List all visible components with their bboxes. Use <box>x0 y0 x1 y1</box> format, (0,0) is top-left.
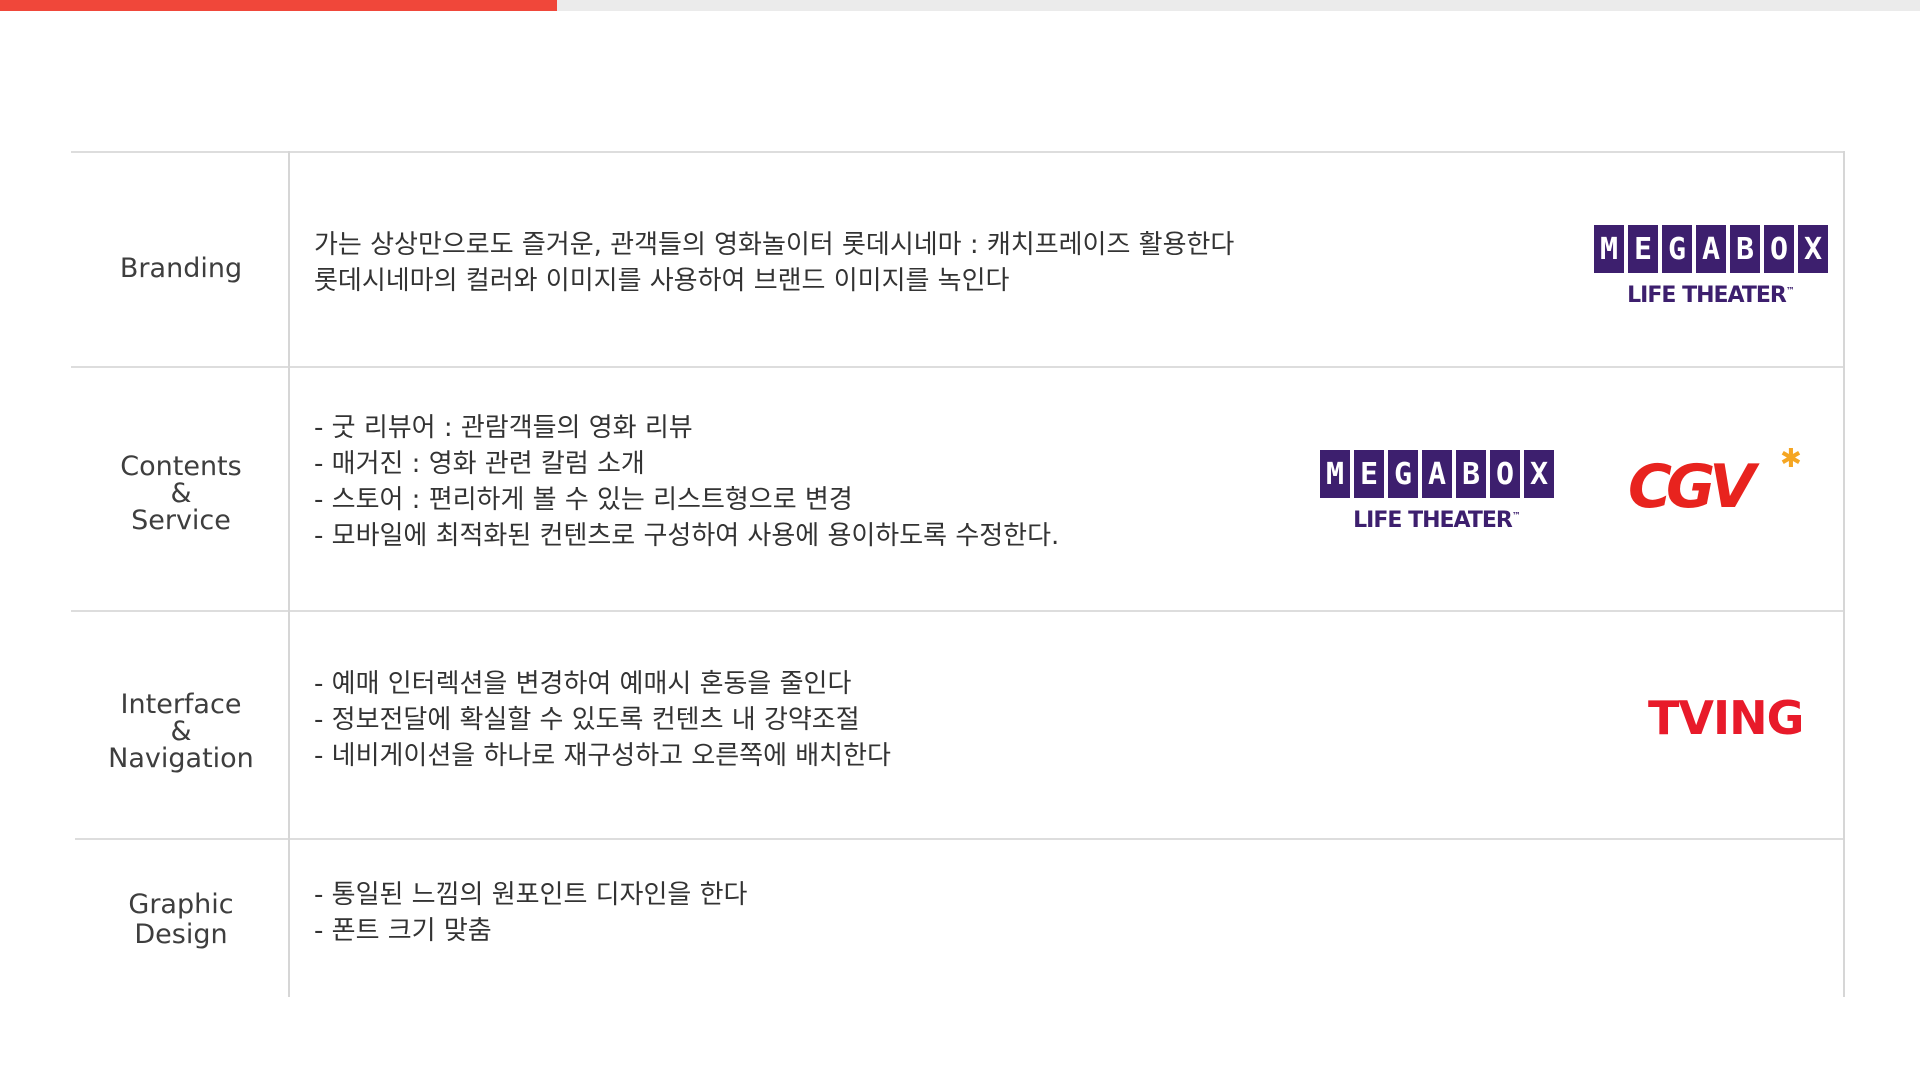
megabox-letter: G <box>1388 450 1418 498</box>
description-line: - 모바일에 최적화된 컨텐츠로 구성하여 사용에 용이하도록 수정한다. <box>314 521 1060 551</box>
category-label: Design <box>134 919 228 950</box>
megabox-subtitle: LIFE THEATER™ <box>1594 283 1828 308</box>
description-line: 가는 상상만으로도 즐거운, 관객들의 영화놀이터 롯데시네마 : 캐치프레이즈… <box>314 230 1235 260</box>
category-branding: Branding <box>73 255 289 282</box>
megabox-letter: A <box>1422 450 1452 498</box>
description-line: - 통일된 느낌의 원포인트 디자인을 한다 <box>314 880 748 910</box>
category-contents-service: Contents & Service <box>73 453 289 534</box>
megabox-letter: O <box>1490 450 1520 498</box>
description-line: - 예매 인터렉션을 변경하여 예매시 혼동을 줄인다 <box>314 669 852 699</box>
graphic-design-description: - 통일된 느낌의 원포인트 디자인을 한다 - 폰트 크기 맞춤 <box>314 877 1294 949</box>
asterisk-icon: ✱ <box>1780 444 1802 474</box>
megabox-wordmark: M E G A B O X <box>1594 225 1828 273</box>
megabox-letter: E <box>1628 225 1658 273</box>
cgv-logo: CGV ✱ <box>1628 444 1802 524</box>
megabox-letter: X <box>1524 450 1554 498</box>
megabox-logo: M E G A B O X LIFE THEATER™ <box>1320 450 1554 533</box>
interface-navigation-description: - 예매 인터렉션을 변경하여 예매시 혼동을 줄인다 - 정보전달에 확실할 … <box>314 666 1294 774</box>
megabox-letter: M <box>1320 450 1350 498</box>
category-label: Contents <box>120 451 242 482</box>
description-line: - 폰트 크기 맞춤 <box>314 916 492 946</box>
trademark-mark: ™ <box>1511 511 1521 522</box>
description-line: - 스토어 : 편리하게 볼 수 있는 리스트형으로 변경 <box>314 485 853 515</box>
description-line: - 매거진 : 영화 관련 칼럼 소개 <box>314 449 645 479</box>
description-line: - 정보전달에 확실할 수 있도록 컨텐츠 내 강약조절 <box>314 705 860 735</box>
cgv-wordmark: CGV <box>1628 452 1756 522</box>
row-divider <box>71 610 1845 612</box>
category-label: & <box>170 716 192 747</box>
megabox-letter: G <box>1662 225 1692 273</box>
row-divider <box>75 838 1845 840</box>
tving-wordmark: TVING <box>1648 691 1804 745</box>
megabox-subtitle: LIFE THEATER™ <box>1320 508 1554 533</box>
megabox-letter: B <box>1456 450 1486 498</box>
description-line: - 굿 리뷰어 : 관람객들의 영화 리뷰 <box>314 413 693 443</box>
category-interface-navigation: Interface & Navigation <box>73 691 289 772</box>
table-top-border <box>71 151 1845 153</box>
tving-logo: TVING <box>1648 691 1804 745</box>
branding-description: 가는 상상만으로도 즐거운, 관객들의 영화놀이터 롯데시네마 : 캐치프레이즈… <box>314 227 1294 299</box>
megabox-subtitle-text: LIFE THEATER <box>1353 508 1513 533</box>
category-label: Navigation <box>108 743 254 774</box>
megabox-logo: M E G A B O X LIFE THEATER™ <box>1594 225 1828 308</box>
table-right-border <box>1843 151 1845 997</box>
category-graphic-design: Graphic Design <box>73 890 289 950</box>
category-label: Interface <box>120 689 242 720</box>
megabox-letter: M <box>1594 225 1624 273</box>
comparison-table: Branding 가는 상상만으로도 즐거운, 관객들의 영화놀이터 롯데시네마… <box>0 0 1920 1080</box>
megabox-subtitle-text: LIFE THEATER <box>1627 283 1787 308</box>
category-label: & <box>170 478 192 509</box>
megabox-letter: B <box>1730 225 1760 273</box>
megabox-wordmark: M E G A B O X <box>1320 450 1554 498</box>
megabox-letter: A <box>1696 225 1726 273</box>
row-divider <box>71 366 1845 368</box>
category-label: Service <box>131 505 231 536</box>
trademark-mark: ™ <box>1785 286 1795 297</box>
megabox-letter: O <box>1764 225 1794 273</box>
megabox-letter: E <box>1354 450 1384 498</box>
megabox-letter: X <box>1798 225 1828 273</box>
contents-service-description: - 굿 리뷰어 : 관람객들의 영화 리뷰 - 매거진 : 영화 관련 칼럼 소… <box>314 410 1294 554</box>
description-line: - 네비게이션을 하나로 재구성하고 오른쪽에 배치한다 <box>314 741 891 771</box>
description-line: 롯데시네마의 컬러와 이미지를 사용하여 브랜드 이미지를 녹인다 <box>314 266 1010 296</box>
category-label: Graphic <box>128 889 234 920</box>
category-label: Branding <box>119 253 243 284</box>
